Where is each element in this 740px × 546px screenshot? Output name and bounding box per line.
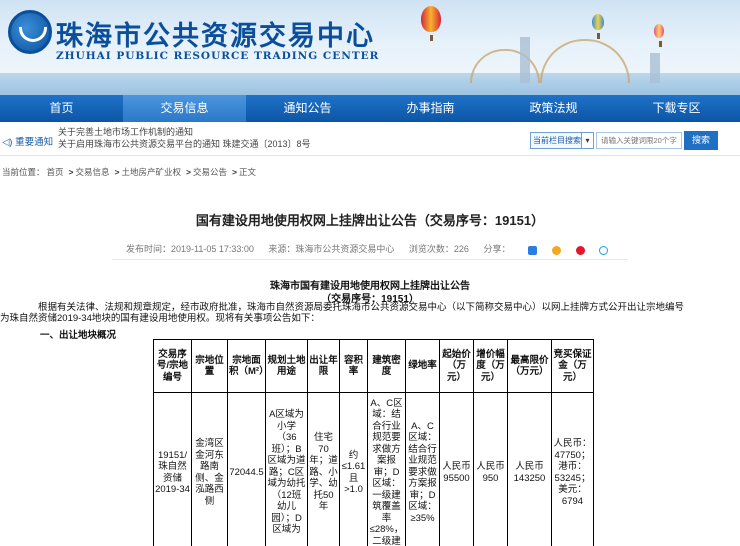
table-cell: 72044.5 <box>227 392 266 546</box>
nav-item-home[interactable]: 首页 <box>0 95 123 122</box>
table-cell: A区域为小学（36班）；B区域为道路；C区域为幼托（12班幼儿园）；D区域为 <box>265 392 308 546</box>
table-cell: A、C区域：结合行业规范要求做方案报审；D区域：≥35% <box>405 392 440 546</box>
breadcrumb: 当前位置： 首页 > 交易信息 > 土地房产矿业权 > 交易公告 > 正文 <box>2 167 256 177</box>
table-header: 容积率 <box>339 339 368 393</box>
view-count: 浏览次数：226 <box>408 244 469 254</box>
site-title: 珠海市公共资源交易中心 <box>56 21 375 52</box>
notice-ticker[interactable]: 关于完善土地市场工作机制的通知 关于启用珠海市公共资源交易平台的通知 珠建交通〔… <box>58 126 358 150</box>
article-source: 来源：珠海市公共资源交易中心 <box>268 244 395 254</box>
table-header: 宗地面积（M²） <box>227 339 269 393</box>
nav-item-downloads[interactable]: 下载专区 <box>615 95 738 122</box>
breadcrumb-current: 正文 <box>238 167 256 177</box>
banner-tower <box>650 53 660 83</box>
balloon-icon <box>654 24 664 47</box>
table-cell: 约≤1.61且>1.0 <box>339 392 368 546</box>
table-header: 交易序号/宗地编号 <box>153 339 192 393</box>
share-weibo-icon[interactable] <box>575 245 585 255</box>
breadcrumb-land[interactable]: 土地房产矿业权 <box>121 167 181 177</box>
nav-item-policy[interactable]: 政策法规 <box>492 95 615 122</box>
table-cell: 19151/珠自然资储2019-34 <box>153 392 192 546</box>
table-cell: 人民币143250 <box>507 392 552 546</box>
search-scope-select[interactable]: 当前栏目搜索 ▾ <box>530 132 594 149</box>
share-p-icon[interactable] <box>599 245 609 255</box>
divider <box>0 155 740 156</box>
search-input[interactable] <box>596 132 682 149</box>
share-icons <box>522 245 614 255</box>
speaker-icon: ◁) <box>2 137 13 148</box>
search-button[interactable]: 搜索 <box>684 131 718 150</box>
table-header: 规划土地用途 <box>265 339 308 393</box>
share-label: 分享： <box>483 244 511 254</box>
banner-tower <box>520 37 530 83</box>
table-header: 绿地率 <box>405 339 440 393</box>
notice-line[interactable]: 关于完善土地市场工作机制的通知 <box>58 126 358 138</box>
section-heading: 一、出让地块概况 <box>40 330 117 341</box>
balloon-icon <box>421 6 441 41</box>
divider <box>112 259 628 260</box>
article-title: 国有建设用地使用权网上挂牌出让公告（交易序号：19151） <box>195 213 545 228</box>
table-cell: A、C区域：结合行业规范要求做方案报审；D区域：一级建筑覆盖率≤28%，二级建 <box>367 392 406 546</box>
site-logo-icon <box>8 10 52 54</box>
balloon-icon <box>592 14 604 39</box>
site-subtitle: ZHUHAI PUBLIC RESOURCE TRADING CENTER <box>56 50 380 62</box>
table-header: 出让年限 <box>307 339 340 393</box>
breadcrumb-trading-info[interactable]: 交易信息 <box>76 167 110 177</box>
breadcrumb-announcements[interactable]: 交易公告 <box>193 167 227 177</box>
nav-item-guide[interactable]: 办事指南 <box>369 95 492 122</box>
table-row: 19151/珠自然资储2019-34 金湾区金河东路南侧、金泓路西侧 72044… <box>153 392 594 546</box>
nav-item-notices[interactable]: 通知公告 <box>246 95 369 122</box>
banner-building <box>540 39 630 83</box>
notice-label: ◁) 重要通知 <box>2 137 54 148</box>
article-meta: 发布时间：2019-11-05 17:33:00 来源：珠海市公共资源交易中心 … <box>0 242 740 255</box>
share-star-icon[interactable] <box>552 245 561 255</box>
table-header: 最高限价（万元） <box>507 339 552 393</box>
table-header: 宗地位置 <box>191 339 228 393</box>
share-qzone-icon[interactable] <box>528 245 538 255</box>
doc-paragraph: 根据有关法律、法规和规章规定，经市政府批准，珠海市自然资源局委托珠海市公共资源交… <box>0 302 685 324</box>
parcel-table: 交易序号/宗地编号 宗地位置 宗地面积（M²） 规划土地用途 出让年限 容积率 … <box>153 339 594 546</box>
table-cell: 人民币950 <box>473 392 508 546</box>
chevron-down-icon: ▾ <box>581 133 593 148</box>
nav-item-trading-info[interactable]: 交易信息 <box>123 95 246 122</box>
table-cell: 住宅70年；道路、小学、幼托50年 <box>307 392 340 546</box>
table-header: 竞买保证金（万元） <box>551 339 594 393</box>
table-header-row: 交易序号/宗地编号 宗地位置 宗地面积（M²） 规划土地用途 出让年限 容积率 … <box>153 339 594 393</box>
table-cell: 人民币：47750；港币：53245；美元：6794 <box>551 392 594 546</box>
site-banner: 珠海市公共资源交易中心 ZHUHAI PUBLIC RESOURCE TRADI… <box>0 0 740 95</box>
table-cell: 人民币95500 <box>439 392 474 546</box>
breadcrumb-home[interactable]: 首页 <box>47 167 64 177</box>
main-nav: 首页 交易信息 通知公告 办事指南 政策法规 下载专区 <box>0 95 740 122</box>
notice-line[interactable]: 关于启用珠海市公共资源交易平台的通知 珠建交通〔2013〕8号 <box>58 138 358 150</box>
table-header: 增价幅度（万元） <box>473 339 508 393</box>
publish-time: 发布时间：2019-11-05 17:33:00 <box>125 244 254 254</box>
table-header: 起始价（万元） <box>439 339 474 393</box>
table-cell: 金湾区金河东路南侧、金泓路西侧 <box>191 392 228 546</box>
table-header: 建筑密度 <box>367 339 406 393</box>
